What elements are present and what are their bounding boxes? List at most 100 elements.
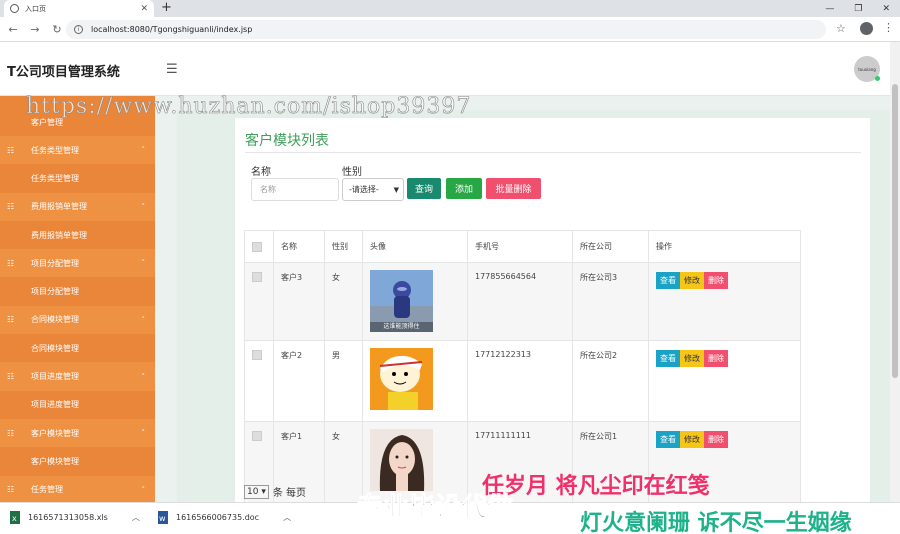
- edit-button[interactable]: 修改: [680, 272, 704, 289]
- menu-kebab-icon[interactable]: ⋮: [883, 21, 894, 34]
- cell-actions: 查看 修改 删除: [648, 262, 801, 341]
- sidebar-item[interactable]: 费用报销单管理: [0, 220, 155, 250]
- sidebar-item-label: 费用报销单管理: [31, 202, 87, 212]
- profile-icon[interactable]: [860, 22, 873, 35]
- chevron-up-icon: ˄: [141, 485, 146, 494]
- name-filter-input[interactable]: 名称: [251, 178, 339, 201]
- chevron-up-icon: ˄: [141, 315, 146, 324]
- sidebar-group-header[interactable]: ☷ 合同模块管理 ˄: [0, 305, 155, 335]
- app-title: T公司项目管理系统: [7, 65, 120, 80]
- back-icon[interactable]: ←: [4, 23, 22, 36]
- watermark-line-1: 任岁月 将凡尘印在红笺: [482, 474, 710, 499]
- download-item[interactable]: x 1616571313058.xls ︿: [10, 511, 140, 524]
- row-select-cell: [244, 262, 274, 341]
- view-button[interactable]: 查看: [656, 350, 680, 367]
- download-item[interactable]: w 1616566006735.doc ︿: [158, 511, 291, 524]
- col-header-name: 名称: [273, 230, 325, 263]
- app-header: T公司项目管理系统 ☰ touxiang: [0, 42, 890, 96]
- avatar-image: [370, 348, 460, 412]
- url-text: localhost:8080/Tgongshiguanli/index.jsp: [91, 25, 253, 34]
- minimize-icon[interactable]: —: [825, 4, 834, 14]
- close-tab-icon[interactable]: ✕: [140, 4, 148, 14]
- delete-button[interactable]: 删除: [704, 350, 728, 367]
- table-header-row: 名称 性别 头像 手机号 所在公司 操作: [244, 230, 801, 263]
- sidebar-item-label: 客户模块管理: [31, 428, 79, 438]
- sidebar-item[interactable]: 项目分配管理: [0, 277, 155, 306]
- watermark-url: https://www.huzhan.com/ishop39397: [26, 94, 472, 120]
- page-title: 客户模块列表: [245, 133, 329, 149]
- page-size-suffix: 条 每页: [272, 488, 307, 499]
- pagination: 10 ▾ 条 每页: [244, 484, 306, 499]
- delete-button[interactable]: 删除: [704, 431, 728, 448]
- sidebar-item-label: 项目进度管理: [31, 400, 79, 410]
- list-icon: ☷: [7, 315, 15, 325]
- bookmark-star-icon[interactable]: ☆: [836, 22, 846, 35]
- sidebar-item-label: 项目分配管理: [31, 287, 79, 297]
- select-all-checkbox[interactable]: [252, 241, 262, 252]
- sidebar-group-header[interactable]: ☷ 项目分配管理 ˄: [0, 249, 155, 278]
- forward-icon[interactable]: →: [26, 23, 44, 36]
- reload-icon[interactable]: ↻: [48, 23, 66, 36]
- gender-filter-label: 性别: [342, 167, 362, 178]
- sidebar-group-header[interactable]: ☷ 项目进度管理 ˄: [0, 362, 155, 391]
- sidebar-list: ☷ 任务类型管理 ˄ 任务类型管理 ☷ 费用报销单管理 ˄ 费用报销单管理 ☷ 项目分配管理 ˄ 项目…: [0, 136, 155, 502]
- name-filter-label: 名称: [251, 167, 271, 178]
- cell-name: 客户2: [273, 340, 325, 422]
- chevron-up-icon[interactable]: ︿: [283, 512, 291, 523]
- avatar-text: touxiang: [858, 66, 876, 72]
- cell-gender: 女: [324, 262, 363, 341]
- col-header-phone: 手机号: [467, 230, 573, 263]
- add-button[interactable]: 添加: [446, 178, 482, 199]
- page-size-select[interactable]: 10 ▾: [244, 484, 269, 499]
- sidebar-group-header[interactable]: ☷ 任务类型管理 ˄: [0, 136, 155, 165]
- list-icon: ☷: [7, 202, 15, 212]
- view-button[interactable]: 查看: [656, 431, 680, 448]
- sidebar-item[interactable]: 合同模块管理: [0, 334, 155, 363]
- info-icon[interactable]: i: [74, 25, 83, 34]
- sidebar-item[interactable]: 任务类型管理: [0, 164, 155, 193]
- cell-gender: 男: [324, 340, 363, 422]
- hamburger-menu-icon[interactable]: ☰: [166, 62, 178, 77]
- user-avatar[interactable]: touxiang: [854, 56, 880, 82]
- row-checkbox[interactable]: [252, 431, 262, 441]
- row-checkbox[interactable]: [252, 350, 262, 360]
- online-status-dot: [875, 76, 880, 81]
- cell-phone: 177855664564: [467, 262, 573, 341]
- query-button[interactable]: 查询: [407, 178, 441, 199]
- sidebar-item-label: 项目进度管理: [31, 372, 79, 382]
- svg-text:x: x: [12, 514, 17, 523]
- cell-name: 客户3: [273, 262, 325, 341]
- col-header-company: 所在公司: [572, 230, 649, 263]
- delete-button[interactable]: 删除: [704, 272, 728, 289]
- url-input[interactable]: i localhost:8080/Tgongshiguanli/index.js…: [66, 20, 826, 39]
- restore-icon[interactable]: ❐: [854, 4, 862, 14]
- avatar-image: [370, 429, 460, 493]
- close-window-icon[interactable]: ✕: [882, 4, 890, 14]
- sidebar-item[interactable]: 客户模块管理: [0, 447, 155, 476]
- batch-delete-button[interactable]: 批量删除: [486, 178, 541, 199]
- watermark-line-2: 专业毕设代做: [356, 493, 514, 524]
- new-tab-button[interactable]: +: [161, 0, 172, 16]
- scrollbar-thumb[interactable]: [892, 84, 898, 378]
- gender-select[interactable]: -请选择- ▼: [342, 178, 404, 201]
- sidebar-item[interactable]: 项目进度管理: [0, 390, 155, 419]
- sidebar-group-header[interactable]: ☷ 费用报销单管理 ˄: [0, 192, 155, 221]
- sidebar-item-label: 合同模块管理: [31, 315, 79, 325]
- browser-tab[interactable]: 入口页 ✕: [4, 0, 154, 17]
- sidebar-group-header[interactable]: ☷ 任务管理 ˄: [0, 475, 155, 502]
- list-card: 客户模块列表 名称 名称 性别 -请选择- ▼ 查询 添加 批量删除 名称 性别…: [235, 118, 870, 502]
- chevron-up-icon[interactable]: ︿: [132, 512, 140, 523]
- svg-text:w: w: [159, 514, 166, 523]
- gender-select-value: -请选择-: [349, 185, 379, 194]
- edit-button[interactable]: 修改: [680, 431, 704, 448]
- sidebar-group-header[interactable]: ☷ 客户模块管理 ˄: [0, 418, 155, 448]
- row-select-cell: [244, 340, 274, 422]
- browser-tab-bar: 入口页 ✕ + — ❐ ✕: [0, 0, 900, 17]
- page-size-value: 10: [247, 486, 259, 497]
- sidebar-item-label: 合同模块管理: [31, 343, 79, 353]
- page-scrollbar[interactable]: [890, 42, 900, 502]
- row-checkbox[interactable]: [252, 272, 262, 282]
- sidebar-item-label: 任务管理: [31, 485, 63, 495]
- view-button[interactable]: 查看: [656, 272, 680, 289]
- edit-button[interactable]: 修改: [680, 350, 704, 367]
